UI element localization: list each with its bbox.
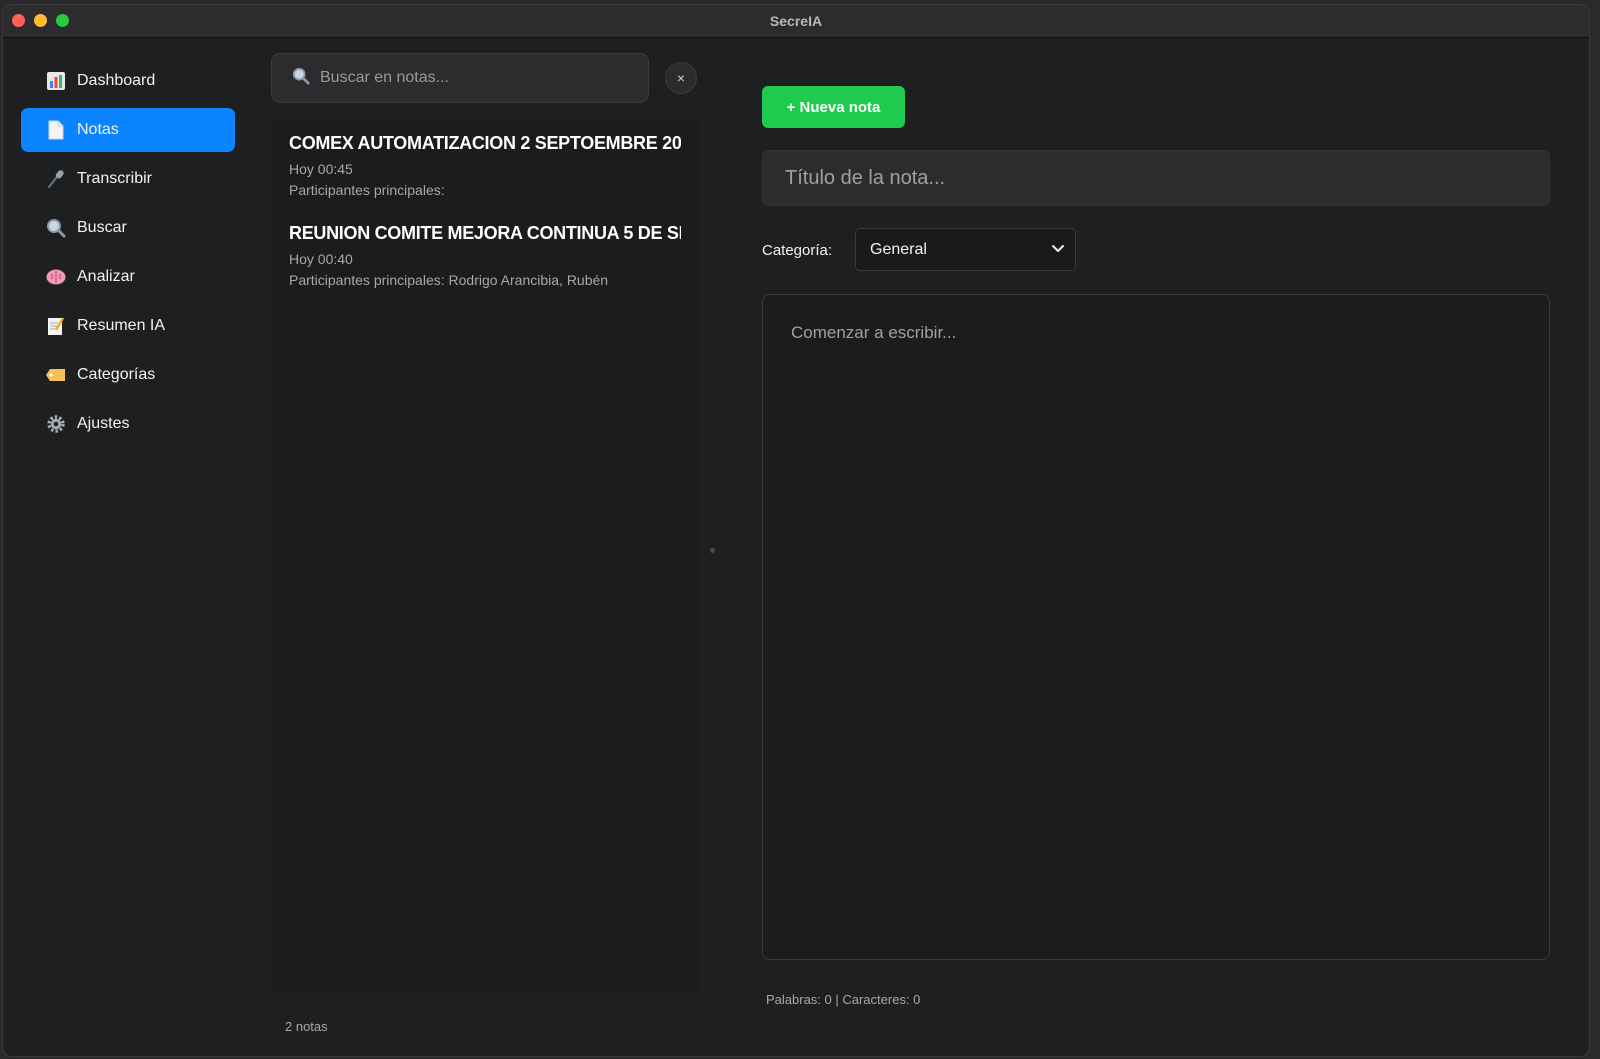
bar-chart-icon (45, 70, 67, 92)
list-item[interactable]: REUNION COMITE MEJORA CONTINUA 5 DE SEPT… (271, 211, 699, 301)
sidebar-item-dashboard[interactable]: Dashboard (21, 59, 235, 103)
sidebar-item-label: Buscar (77, 219, 127, 236)
category-label: Categoría: (762, 242, 833, 259)
sidebar-item-notas[interactable]: Notas (21, 108, 235, 152)
brain-icon (45, 266, 67, 288)
chevron-down-icon (1051, 241, 1065, 260)
sidebar-item-categorias[interactable]: Categorías (21, 353, 235, 397)
search-input[interactable] (318, 68, 622, 88)
note-timestamp: Hoy 00:40 (289, 251, 353, 267)
notes-list: COMEX AUTOMATIZACION 2 SEPTOEMBRE 2025 H… (271, 121, 699, 991)
note-title: REUNION COMITE MEJORA CONTINUA 5 DE SEPT… (289, 223, 681, 243)
panel-resize-handle[interactable] (710, 548, 715, 553)
microphone-icon (45, 168, 67, 190)
document-icon (45, 119, 67, 141)
search-icon (292, 67, 310, 90)
sidebar-item-buscar[interactable]: Buscar (21, 206, 235, 250)
window-title: SecreIA (769, 13, 823, 29)
clear-search-button[interactable]: × (665, 62, 697, 94)
gear-icon (45, 413, 67, 435)
sidebar-item-analizar[interactable]: Analizar (21, 255, 235, 299)
search-box (271, 53, 649, 103)
note-preview: Participantes principales: (289, 182, 445, 198)
sidebar-item-resumen-ia[interactable]: Resumen IA (21, 304, 235, 348)
magnifier-icon (45, 217, 67, 239)
new-note-button[interactable]: + Nueva nota (762, 86, 905, 128)
word-count-status: Palabras: 0 | Caracteres: 0 (766, 992, 921, 1007)
notes-count: 2 notas (285, 1019, 328, 1034)
sidebar-item-label: Ajustes (77, 415, 130, 432)
app-window: SecreIA Dashboard Notas Transcribir Busc… (2, 4, 1590, 1057)
note-title-input[interactable] (762, 150, 1550, 206)
title-bar: SecreIA (3, 5, 1589, 38)
sidebar-item-label: Dashboard (77, 72, 156, 89)
category-value: General (870, 240, 927, 258)
sidebar-item-label: Resumen IA (77, 317, 166, 334)
label-tag-icon (45, 364, 67, 386)
sidebar-item-transcribir[interactable]: Transcribir (21, 157, 235, 201)
sidebar-item-label: Analizar (77, 268, 135, 285)
list-item[interactable]: COMEX AUTOMATIZACION 2 SEPTOEMBRE 2025 H… (271, 121, 699, 211)
note-timestamp: Hoy 00:45 (289, 161, 353, 177)
note-body-editor[interactable] (762, 294, 1550, 960)
category-select[interactable]: General (855, 228, 1076, 271)
note-title: COMEX AUTOMATIZACION 2 SEPTOEMBRE 2025 (289, 133, 681, 153)
memo-icon (45, 315, 67, 337)
sidebar-item-label: Categorías (77, 366, 156, 383)
sidebar-item-label: Transcribir (77, 170, 152, 187)
note-preview: Participantes principales: Rodrigo Aranc… (289, 272, 609, 288)
sidebar-item-ajustes[interactable]: Ajustes (21, 402, 235, 446)
sidebar: Dashboard Notas Transcribir Buscar Anali… (21, 59, 235, 451)
sidebar-item-label: Notas (77, 121, 119, 138)
